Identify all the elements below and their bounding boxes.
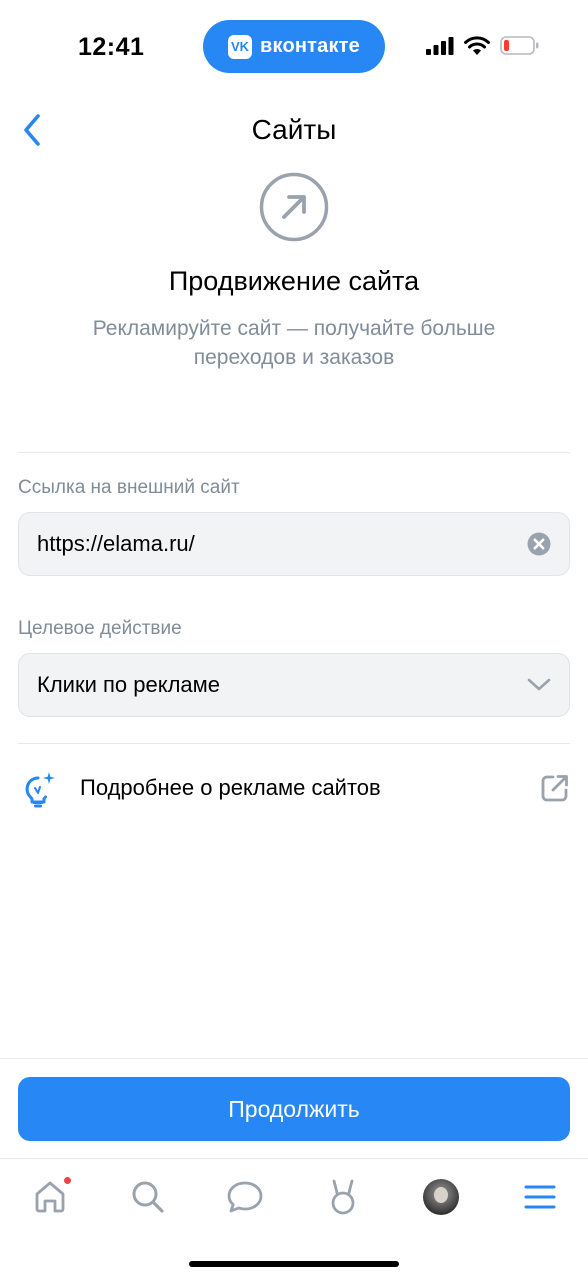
battery-low-icon [500,36,539,55]
target-action-value: Клики по рекламе [37,672,221,697]
target-action-select[interactable]: Клики по рекламе [18,653,570,717]
target-action-label: Целевое действие [18,618,182,639]
section-divider [18,452,570,453]
tab-home[interactable] [28,1175,72,1219]
link-field-label: Ссылка на внешний сайт [18,477,240,498]
menu-icon [524,1185,556,1209]
promo-subtitle: Рекламируйте сайт — получайте больше пер… [92,317,496,369]
promo-title: Продвижение сайта [168,266,420,296]
learn-more-text[interactable]: Подробнее о рекламе сайтов [80,775,540,801]
lightbulb-sparkle-icon [25,772,55,808]
vk-logo-icon: VK [228,34,252,59]
app-pill-text: вконтакте [260,35,360,57]
tab-messages[interactable] [223,1175,267,1219]
tab-bar [0,1158,588,1234]
continue-button[interactable]: Продолжить [18,1077,570,1141]
tab-profile[interactable] [419,1175,463,1219]
profile-avatar [423,1179,459,1215]
tab-search[interactable] [126,1175,170,1219]
wifi-icon [464,36,490,55]
page-title: Сайты [251,114,337,145]
external-link-icon[interactable] [540,773,570,803]
tab-menu[interactable] [518,1175,562,1219]
notification-badge [63,1176,72,1185]
status-time: 12:41 [78,33,145,61]
link-input-value[interactable]: https://elama.ru/ [37,531,527,557]
clips-icon [331,1179,355,1215]
cellular-signal-icon [426,36,454,55]
home-icon [35,1181,65,1213]
tab-clips[interactable] [321,1175,365,1219]
chevron-down-icon [527,678,551,691]
learn-more-link[interactable]: Подробнее о рекламе сайтов [18,762,570,814]
clear-input-icon[interactable] [527,532,551,556]
section-divider [18,743,570,744]
messages-icon [227,1181,263,1213]
status-bar: 12:41 VK вконтакте [0,0,588,90]
app-pill[interactable]: VK вконтакте [203,20,385,73]
arrow-up-right-circle-icon [259,172,329,242]
system-icons [426,36,540,55]
home-indicator [189,1261,399,1267]
search-icon [132,1181,164,1213]
bottom-separator [0,1058,588,1059]
link-input[interactable]: https://elama.ru/ [18,512,570,576]
